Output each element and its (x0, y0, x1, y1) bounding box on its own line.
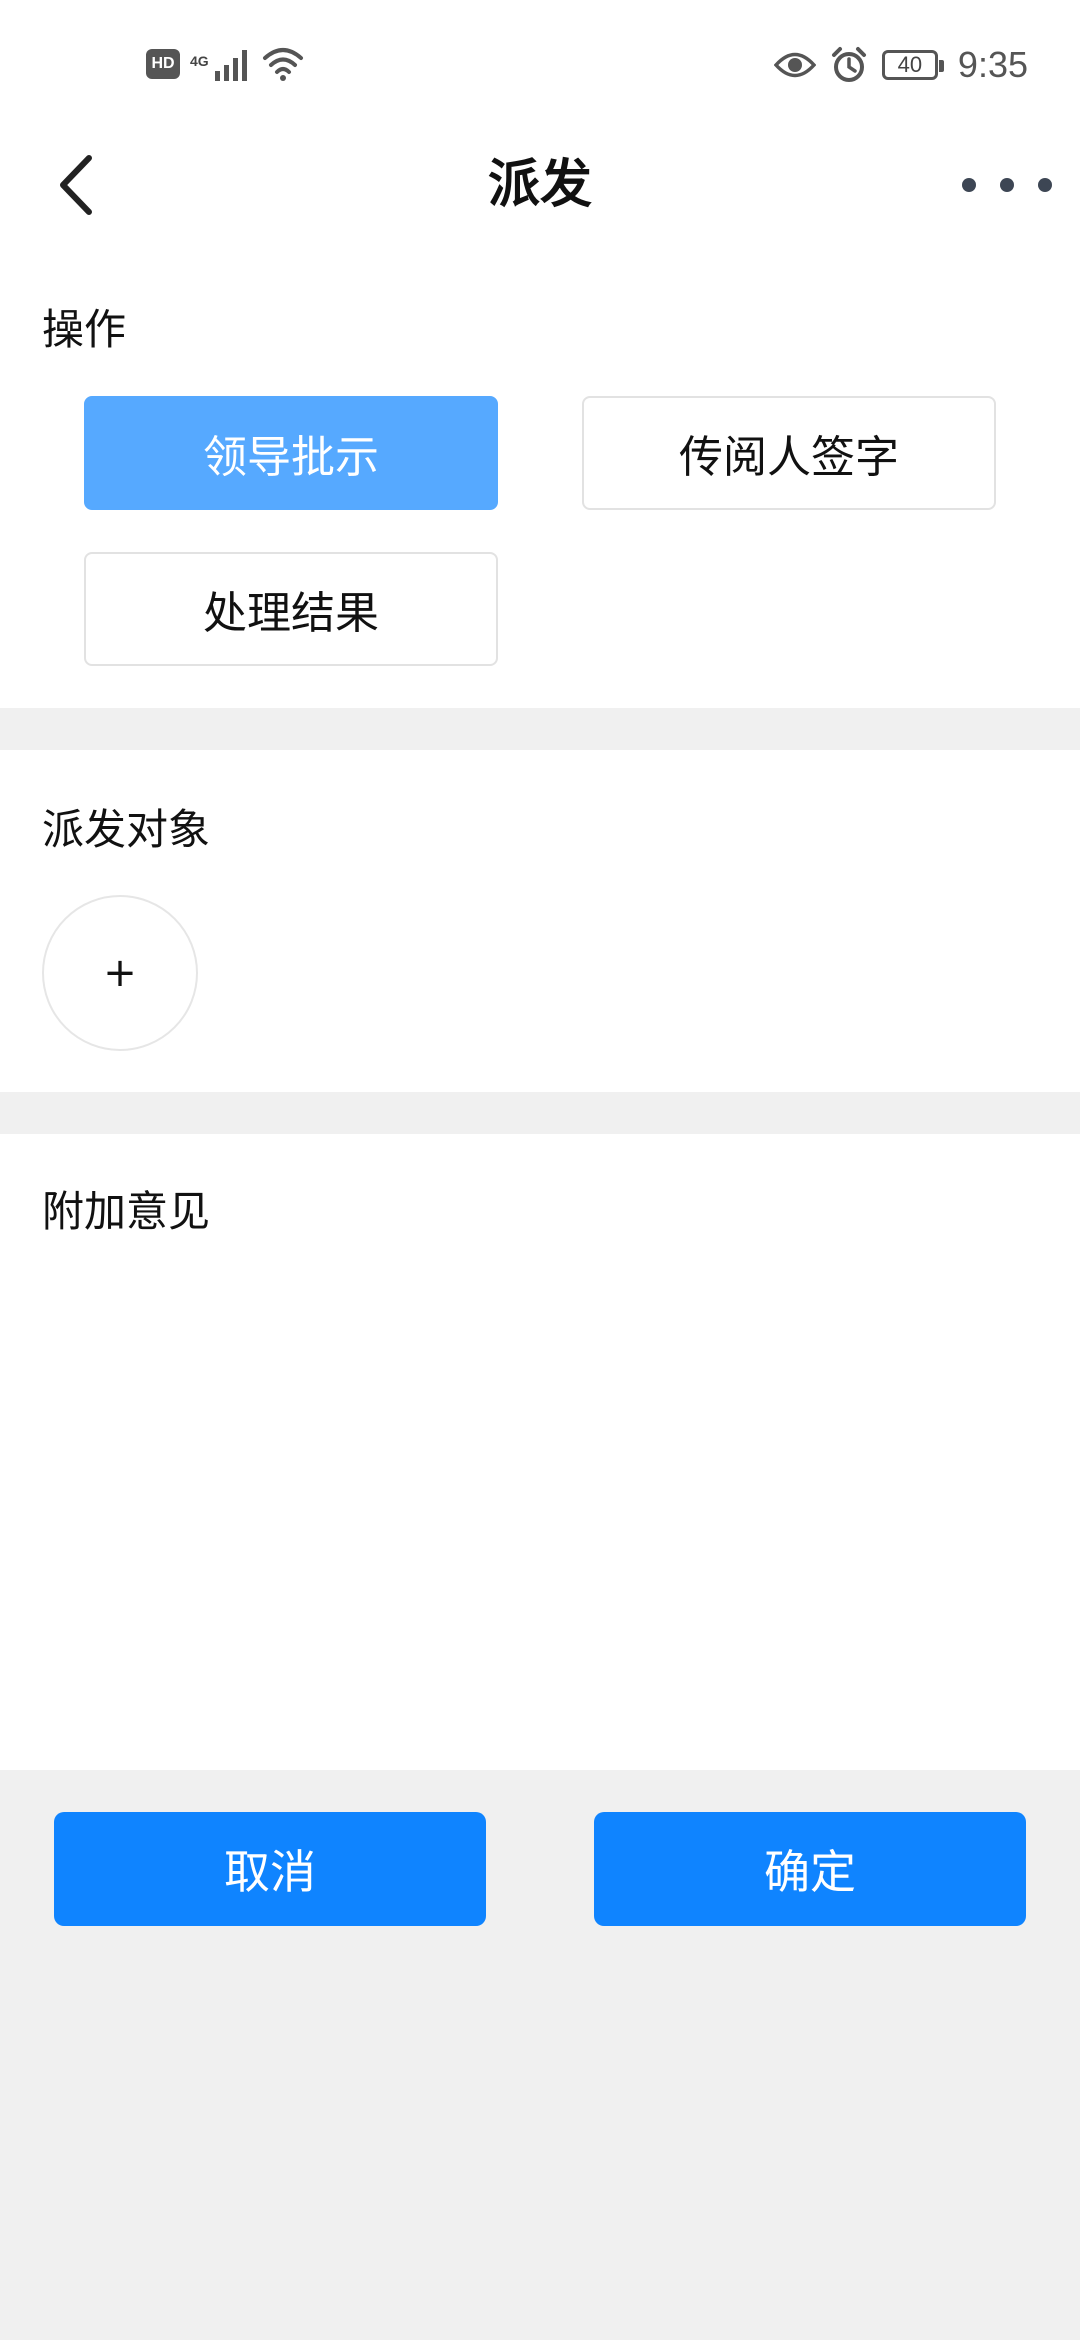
comments-title: 附加意见 (42, 1187, 211, 1236)
status-bar: HD 4G 40 9:35 (0, 0, 1080, 130)
signal-group: 4G (190, 47, 251, 81)
more-dot (962, 178, 976, 192)
alarm-icon (831, 47, 866, 82)
more-dot (1038, 178, 1052, 192)
wifi-icon (262, 48, 303, 81)
network-type-label: 4G (190, 53, 209, 69)
signal-icon (214, 50, 247, 81)
operation-section: 操作 领导批示 传阅人签字 处理结果 (0, 240, 1080, 708)
confirm-button[interactable]: 确定 (594, 1812, 1026, 1926)
option-reader-signature[interactable]: 传阅人签字 (582, 396, 996, 510)
plus-icon: + (103, 950, 137, 996)
option-processing-result[interactable]: 处理结果 (84, 552, 498, 666)
comments-section: 附加意见 (0, 1134, 1080, 1770)
cancel-button[interactable]: 取消 (54, 1812, 486, 1926)
add-recipient-button[interactable]: + (42, 895, 198, 1051)
recipients-section: 派发对象 + (0, 750, 1080, 1092)
option-leader-instruction[interactable]: 领导批示 (84, 396, 498, 510)
hd-badge: HD (146, 49, 180, 79)
eye-icon (773, 52, 816, 78)
page-title: 派发 (487, 155, 592, 215)
battery-icon: 40 (881, 50, 944, 80)
status-time: 9:35 (957, 44, 1028, 85)
more-button[interactable] (962, 160, 1052, 210)
battery-level: 40 (897, 52, 923, 77)
recipients-title: 派发对象 (42, 805, 211, 854)
status-left: HD 4G (146, 44, 305, 84)
status-right: 40 9:35 (773, 40, 1028, 90)
header-bar: 派发 (0, 130, 1080, 240)
comments-input[interactable] (42, 1264, 1038, 1740)
operation-title: 操作 (42, 305, 127, 354)
more-dot (1000, 178, 1014, 192)
